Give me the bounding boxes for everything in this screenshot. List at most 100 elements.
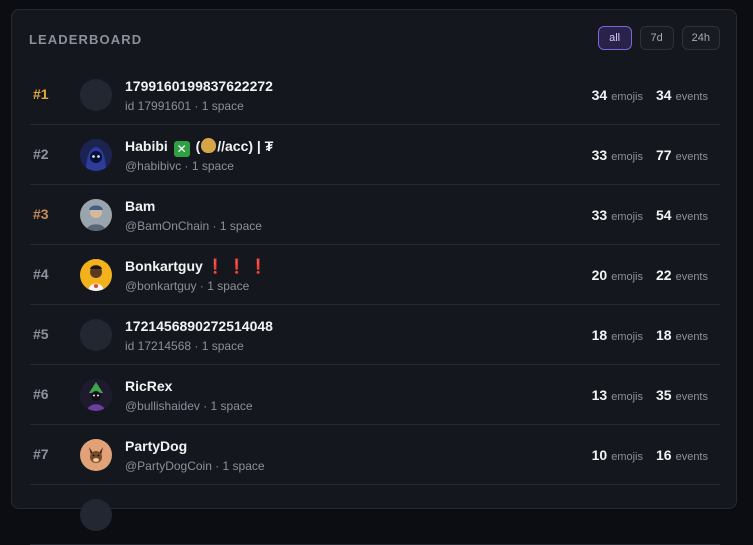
emojis-count: 34 bbox=[591, 87, 608, 103]
user-name-text: Habibi bbox=[125, 138, 168, 154]
user-name: Habibi ✕ ( //acc) | ₮ bbox=[125, 138, 273, 157]
events-unit: events bbox=[675, 331, 708, 343]
events-count: 54 bbox=[656, 207, 672, 223]
events-unit: events bbox=[675, 151, 708, 163]
emojis-unit: emojis bbox=[611, 271, 643, 283]
filter-7d-button[interactable]: 7d bbox=[639, 26, 674, 50]
leaderboard-list: #1 1799160199837622272 id 17991601 · 1 s… bbox=[30, 65, 720, 545]
row-stats: 33 emojis 54 events bbox=[592, 207, 708, 223]
emojis-count: 18 bbox=[591, 327, 608, 343]
filter-24h-button[interactable]: 24h bbox=[681, 26, 720, 50]
empty-avatar bbox=[80, 499, 112, 531]
rank-label: #4 bbox=[33, 266, 49, 282]
rank-label: #7 bbox=[33, 446, 49, 462]
emojis-stat: 18 emojis bbox=[592, 327, 643, 343]
emojis-count: 10 bbox=[591, 447, 608, 463]
events-stat: 18 events bbox=[656, 327, 708, 343]
leaderboard-title: LEADERBOARD bbox=[29, 32, 143, 47]
emojis-stat: 20 emojis bbox=[592, 267, 643, 283]
emojis-unit: emojis bbox=[611, 451, 643, 463]
dog-avatar bbox=[80, 439, 112, 471]
rank-label: #6 bbox=[33, 386, 49, 402]
filter-all-button[interactable]: all bbox=[597, 26, 632, 50]
row-stats: 18 emojis 18 events bbox=[592, 327, 708, 343]
leaderboard-panel: LEADERBOARD all 7d 24h #1 17991601998376… bbox=[11, 9, 737, 545]
emojis-unit: emojis bbox=[611, 391, 643, 403]
user-handle: @PartyDogCoin · 1 space bbox=[125, 459, 265, 473]
user-name: RicRex bbox=[125, 378, 173, 394]
leaderboard-row[interactable]: #7 PartyDog @PartyDogCoin · 1 space 10 e… bbox=[30, 425, 720, 485]
user-handle: id 17991601 · 1 space bbox=[125, 99, 244, 113]
events-stat: 77 events bbox=[656, 147, 708, 163]
emojis-stat: 13 emojis bbox=[592, 387, 643, 403]
events-stat: 54 events bbox=[656, 207, 708, 223]
empty-avatar bbox=[80, 319, 112, 351]
events-count: 16 bbox=[656, 447, 672, 463]
leaderboard-row[interactable]: #1 1799160199837622272 id 17991601 · 1 s… bbox=[30, 65, 720, 125]
row-stats: 34 emojis 34 events bbox=[592, 87, 708, 103]
events-count: 77 bbox=[656, 147, 672, 163]
events-count: 18 bbox=[656, 327, 672, 343]
events-unit: events bbox=[675, 271, 708, 283]
emojis-unit: emojis bbox=[611, 91, 643, 103]
leaderboard-row[interactable]: #5 1721456890272514048 id 17214568 · 1 s… bbox=[30, 305, 720, 365]
user-name: Bam bbox=[125, 198, 156, 214]
leaderboard-row-partial[interactable] bbox=[30, 485, 720, 545]
emojis-stat: 33 emojis bbox=[592, 207, 643, 223]
emojis-unit: emojis bbox=[611, 211, 643, 223]
cross-mark-icon: ✕ bbox=[173, 141, 190, 157]
leaderboard-row[interactable]: #3 Bam @BamOnChain · 1 space 33 emojis 5… bbox=[30, 185, 720, 245]
row-stats: 13 emojis 35 events bbox=[592, 387, 708, 403]
user-name-suffix: //acc) | ₮ bbox=[217, 138, 274, 154]
emojis-stat: 33 emojis bbox=[592, 147, 643, 163]
events-stat: 35 events bbox=[656, 387, 708, 403]
user-name: 1721456890272514048 bbox=[125, 318, 273, 334]
events-count: 22 bbox=[656, 267, 672, 283]
rank-label: #2 bbox=[33, 146, 49, 162]
user-name: PartyDog bbox=[125, 438, 188, 454]
emojis-count: 13 bbox=[591, 387, 608, 403]
user-handle: @bonkartguy · 1 space bbox=[125, 279, 250, 293]
leaderboard-row[interactable]: #6 RicRex @bullishaidev · 1 space 13 emo… bbox=[30, 365, 720, 425]
events-unit: events bbox=[675, 391, 708, 403]
events-count: 34 bbox=[656, 87, 672, 103]
events-count: 35 bbox=[656, 387, 672, 403]
row-stats: 10 emojis 16 events bbox=[592, 447, 708, 463]
emojis-stat: 34 emojis bbox=[592, 87, 643, 103]
events-stat: 22 events bbox=[656, 267, 708, 283]
user-name-paren: ( bbox=[195, 138, 201, 154]
leaderboard-row[interactable]: #2 Habibi ✕ ( //acc) | ₮ @habibivc · 1 sp… bbox=[30, 125, 720, 185]
events-unit: events bbox=[675, 451, 708, 463]
person-avatar bbox=[80, 199, 112, 231]
events-stat: 34 events bbox=[656, 87, 708, 103]
emojis-count: 33 bbox=[591, 147, 608, 163]
user-handle: @habibivc · 1 space bbox=[125, 159, 234, 173]
events-stat: 16 events bbox=[656, 447, 708, 463]
leaderboard-header: LEADERBOARD all 7d 24h bbox=[12, 10, 736, 65]
row-stats: 20 emojis 22 events bbox=[592, 267, 708, 283]
emojis-unit: emojis bbox=[611, 151, 643, 163]
user-name: 1799160199837622272 bbox=[125, 78, 273, 94]
empty-avatar bbox=[80, 79, 112, 111]
leaderboard-row[interactable]: #4 Bonkartguy ❗ ❗ ❗ @bonkartguy · 1 space… bbox=[30, 245, 720, 305]
user-name: Bonkartguy ❗ ❗ ❗ bbox=[125, 258, 267, 275]
rank-label: #3 bbox=[33, 206, 49, 222]
hooded-figure-avatar bbox=[80, 139, 112, 171]
wizard-avatar bbox=[80, 379, 112, 411]
emojis-count: 20 bbox=[591, 267, 608, 283]
rank-label: #5 bbox=[33, 326, 49, 342]
rank-label: #1 bbox=[33, 86, 49, 102]
user-name-text: Bonkartguy bbox=[125, 258, 203, 274]
emojis-count: 33 bbox=[591, 207, 608, 223]
emojis-unit: emojis bbox=[611, 331, 643, 343]
emojis-stat: 10 emojis bbox=[592, 447, 643, 463]
user-handle: id 17214568 · 1 space bbox=[125, 339, 244, 353]
cartoon-avatar bbox=[80, 259, 112, 291]
events-unit: events bbox=[675, 211, 708, 223]
row-stats: 33 emojis 77 events bbox=[592, 147, 708, 163]
exclamation-icon: ❗ ❗ ❗ bbox=[206, 258, 267, 274]
user-handle: @BamOnChain · 1 space bbox=[125, 219, 262, 233]
events-unit: events bbox=[675, 91, 708, 103]
user-handle: @bullishaidev · 1 space bbox=[125, 399, 253, 413]
money-bag-icon bbox=[201, 138, 217, 153]
